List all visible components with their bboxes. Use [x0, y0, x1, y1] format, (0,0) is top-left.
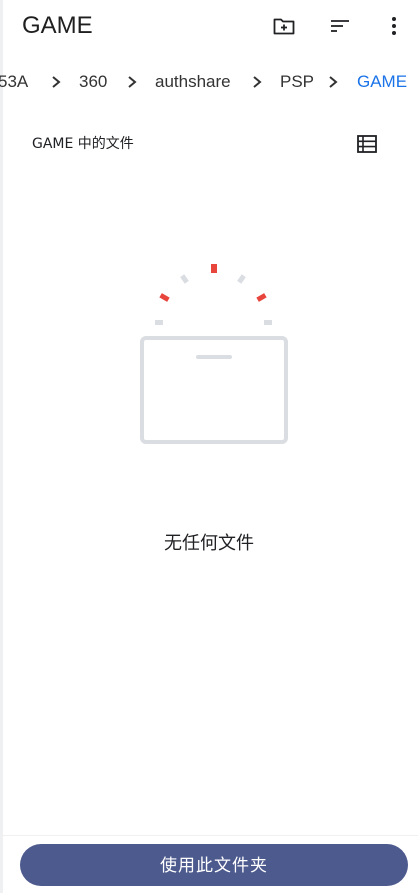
view-mode-button[interactable] — [352, 130, 382, 158]
list-view-icon — [357, 135, 377, 153]
use-this-folder-button[interactable]: 使用此文件夹 — [20, 844, 408, 886]
breadcrumb-item[interactable]: 360 — [79, 64, 107, 100]
footer-divider — [0, 835, 418, 836]
chevron-right-icon — [48, 64, 64, 100]
app-title: GAME — [22, 12, 93, 39]
chevron-right-icon — [249, 64, 265, 100]
chevron-right-icon — [124, 64, 140, 100]
new-folder-button[interactable] — [264, 8, 304, 44]
breadcrumb-item[interactable]: 53A — [0, 64, 28, 100]
more-options-button[interactable] — [374, 8, 414, 44]
sort-button[interactable] — [320, 8, 360, 44]
create-folder-icon — [273, 18, 295, 35]
breadcrumb-current[interactable]: GAME — [357, 64, 407, 100]
chevron-right-icon — [325, 64, 341, 100]
file-picker-screen: GAME 53A 360 authshare PSP GAME GAME 中的文… — [0, 0, 418, 893]
breadcrumb: 53A 360 authshare PSP GAME — [0, 64, 418, 100]
breadcrumb-item[interactable]: authshare — [155, 64, 231, 100]
app-bar: GAME — [0, 0, 418, 56]
left-edge-strip — [0, 0, 3, 893]
breadcrumb-item[interactable]: PSP — [280, 64, 314, 100]
more-vertical-icon — [392, 17, 396, 35]
empty-box-icon — [140, 264, 288, 444]
section-title: GAME 中的文件 — [32, 136, 134, 152]
sort-icon — [331, 20, 349, 32]
empty-state-message: 无任何文件 — [164, 533, 254, 554]
